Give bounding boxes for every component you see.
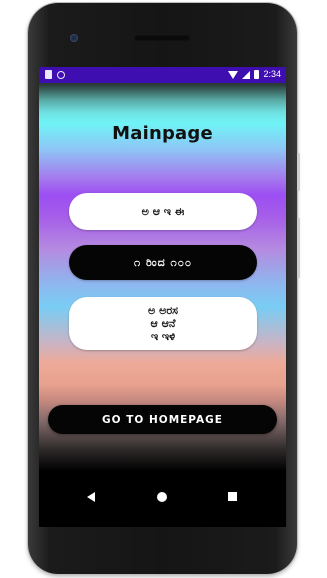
status-system: 2:34 xyxy=(228,69,281,80)
numbers-button[interactable]: ೧ ರಿಂದ ೧೦೦ xyxy=(69,245,257,280)
vowels-label: ಅ ಆ ಇ ಈ xyxy=(141,204,185,218)
words-line-2: ಆ ಆನೆ xyxy=(150,317,176,330)
status-notifications xyxy=(45,70,65,79)
words-line-1: ಅ ಅರಸ xyxy=(148,304,178,317)
vowels-button[interactable]: ಅ ಆ ಇ ಈ xyxy=(69,193,257,230)
nav-back-icon[interactable] xyxy=(87,492,95,502)
go-to-homepage-button[interactable]: GO TO HOMEPAGE xyxy=(48,405,277,434)
front-camera xyxy=(70,34,78,42)
numbers-label: ೧ ರಿಂದ ೧೦೦ xyxy=(133,255,193,269)
status-time: 2:34 xyxy=(263,69,281,79)
words-button[interactable]: ಅ ಅರಸ ಆ ಆನೆ ಇ ಇಳಿ xyxy=(69,297,257,350)
battery-icon xyxy=(254,70,260,79)
volume-button xyxy=(297,218,300,278)
sync-icon xyxy=(57,70,65,79)
nav-recents-icon[interactable] xyxy=(228,492,237,501)
wifi-icon xyxy=(228,70,239,79)
navigation-bar xyxy=(39,478,286,514)
phone-frame: 2:34 Mainpage ಅ ಆ ಇ ಈ ೧ ರಿಂದ ೧೦೦ ಅ ಅರಸ ಆ… xyxy=(28,3,300,574)
sim-icon xyxy=(45,70,52,79)
status-bar: 2:34 xyxy=(39,67,286,83)
page-title: Mainpage xyxy=(112,123,213,144)
earpiece-speaker xyxy=(134,35,190,41)
power-button xyxy=(297,153,300,191)
words-line-3: ಇ ಇಳಿ xyxy=(150,330,176,343)
app-screen: 2:34 Mainpage ಅ ಆ ಇ ಈ ೧ ರಿಂದ ೧೦೦ ಅ ಅರಸ ಆ… xyxy=(39,67,286,527)
nav-home-icon[interactable] xyxy=(157,492,167,502)
signal-icon xyxy=(242,70,251,79)
